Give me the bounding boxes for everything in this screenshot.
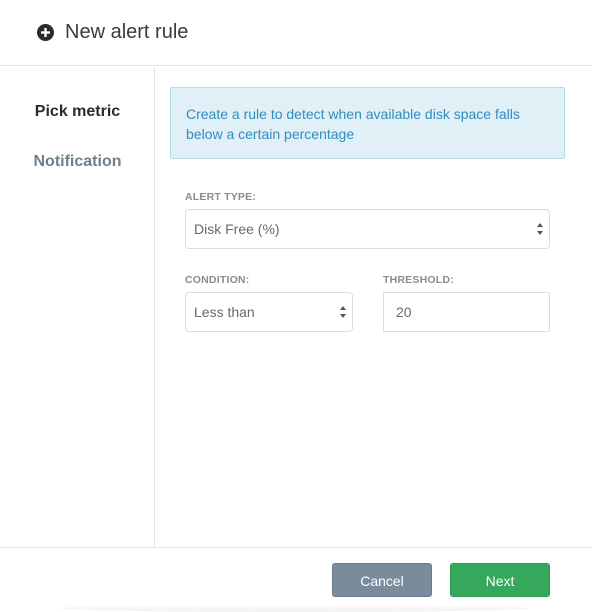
select-arrows-icon — [340, 306, 346, 318]
threshold-label: THRESHOLD: — [383, 274, 454, 286]
alert-type-value: Disk Free (%) — [194, 221, 280, 237]
select-arrows-icon — [537, 223, 543, 235]
dialog-header: New alert rule — [0, 0, 592, 66]
threshold-input[interactable]: 20 — [383, 292, 550, 332]
plus-circle-icon — [37, 24, 54, 41]
condition-value: Less than — [194, 304, 255, 320]
step-pick-metric[interactable]: Pick metric — [0, 102, 155, 122]
cancel-button[interactable]: Cancel — [332, 563, 432, 597]
alert-type-label: ALERT TYPE: — [185, 191, 257, 203]
dialog-title: New alert rule — [65, 21, 189, 43]
condition-select[interactable]: Less than — [185, 292, 353, 332]
footer-shadow — [60, 604, 530, 612]
next-button[interactable]: Next — [450, 563, 550, 597]
wizard-steps: Pick metric Notification — [0, 67, 155, 547]
info-message: Create a rule to detect when available d… — [170, 87, 565, 159]
condition-label: CONDITION: — [185, 274, 250, 286]
alert-type-select[interactable]: Disk Free (%) — [185, 209, 550, 249]
step-notification[interactable]: Notification — [0, 152, 155, 172]
